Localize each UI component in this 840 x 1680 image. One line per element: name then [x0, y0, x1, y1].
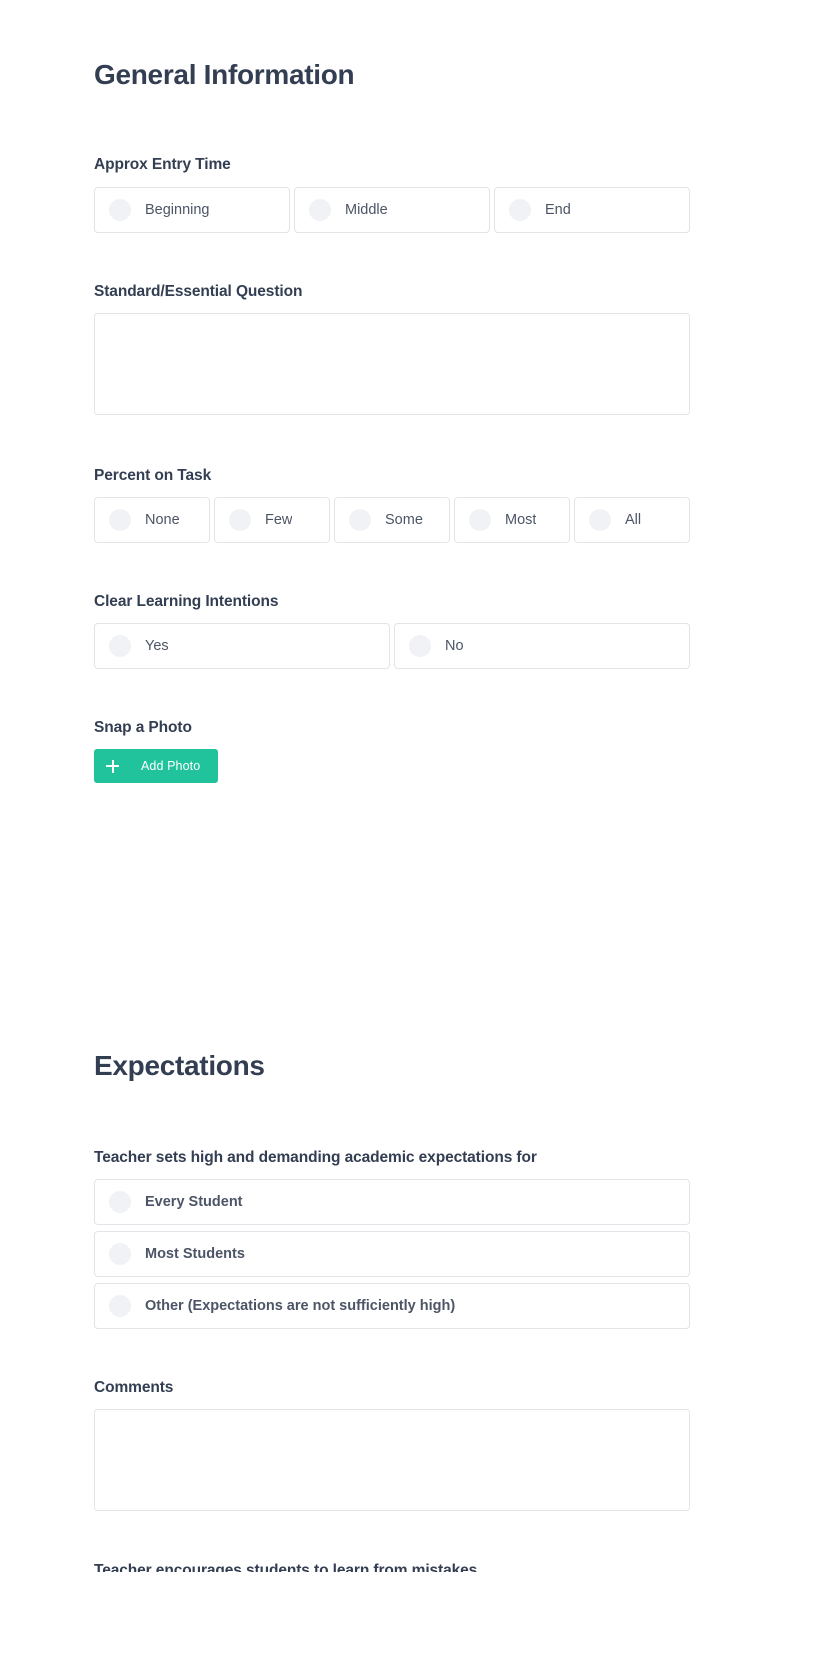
radio-icon[interactable] — [109, 1191, 131, 1213]
option-expectations-most-students[interactable]: Most Students — [94, 1231, 690, 1277]
section-title-expectations: Expectations — [94, 1050, 265, 1081]
radio-icon[interactable] — [409, 635, 431, 657]
plus-icon — [106, 759, 119, 773]
radio-icon[interactable] — [109, 635, 131, 657]
option-label: End — [545, 202, 571, 218]
radio-icon[interactable] — [309, 199, 331, 221]
option-label: Every Student — [145, 1194, 243, 1210]
comments-input[interactable] — [94, 1409, 690, 1511]
option-label: Yes — [145, 638, 169, 654]
option-clear-learning-no[interactable]: No — [394, 623, 690, 669]
option-clear-learning-yes[interactable]: Yes — [94, 623, 390, 669]
label-clear-learning-intentions: Clear Learning Intentions — [94, 593, 279, 610]
option-label: No — [445, 638, 464, 654]
option-label: Other (Expectations are not sufficiently… — [145, 1298, 456, 1314]
option-group-percent-on-task: None Few Some Most All — [94, 497, 690, 543]
radio-icon[interactable] — [509, 199, 531, 221]
option-percent-all[interactable]: All — [574, 497, 690, 543]
option-label: Few — [265, 512, 293, 528]
radio-icon[interactable] — [109, 199, 131, 221]
option-entry-time-beginning[interactable]: Beginning — [94, 187, 290, 233]
option-group-academic-expectations: Every Student Most Students Other (Expec… — [94, 1179, 690, 1329]
option-label: Some — [385, 512, 423, 528]
label-percent-on-task: Percent on Task — [94, 467, 212, 484]
radio-icon[interactable] — [109, 1243, 131, 1265]
label-approx-entry-time: Approx Entry Time — [94, 156, 231, 173]
option-percent-none[interactable]: None — [94, 497, 210, 543]
option-group-clear-learning-intentions: Yes No — [94, 623, 690, 669]
add-photo-button[interactable]: Add Photo — [94, 749, 219, 783]
option-expectations-every-student[interactable]: Every Student — [94, 1179, 690, 1225]
standard-essential-question-input[interactable] — [94, 313, 690, 415]
option-group-approx-entry-time: Beginning Middle End — [94, 187, 690, 233]
add-photo-button-label: Add Photo — [141, 759, 201, 773]
radio-icon[interactable] — [349, 509, 371, 531]
section-title-general-information: General Information — [94, 59, 355, 90]
option-label: Beginning — [145, 202, 210, 218]
label-next-question-partial: Teacher encourages students to learn fro… — [94, 1562, 478, 1572]
radio-icon[interactable] — [589, 509, 611, 531]
radio-icon[interactable] — [109, 1295, 131, 1317]
option-label: Middle — [345, 202, 388, 218]
label-academic-expectations: Teacher sets high and demanding academic… — [94, 1149, 537, 1166]
option-label: All — [625, 512, 642, 528]
option-label: Most Students — [145, 1246, 245, 1262]
label-snap-a-photo: Snap a Photo — [94, 719, 192, 736]
radio-icon[interactable] — [229, 509, 251, 531]
radio-icon[interactable] — [469, 509, 491, 531]
option-expectations-other[interactable]: Other (Expectations are not sufficiently… — [94, 1283, 690, 1329]
label-comments: Comments — [94, 1379, 174, 1396]
option-label: Most — [505, 512, 537, 528]
form-page: General Information Approx Entry Time Be… — [0, 0, 840, 1680]
option-entry-time-end[interactable]: End — [494, 187, 690, 233]
option-percent-some[interactable]: Some — [334, 497, 450, 543]
radio-icon[interactable] — [109, 509, 131, 531]
option-label: None — [145, 512, 180, 528]
option-entry-time-middle[interactable]: Middle — [294, 187, 490, 233]
option-percent-most[interactable]: Most — [454, 497, 570, 543]
option-percent-few[interactable]: Few — [214, 497, 330, 543]
label-standard-essential-question: Standard/Essential Question — [94, 283, 303, 300]
